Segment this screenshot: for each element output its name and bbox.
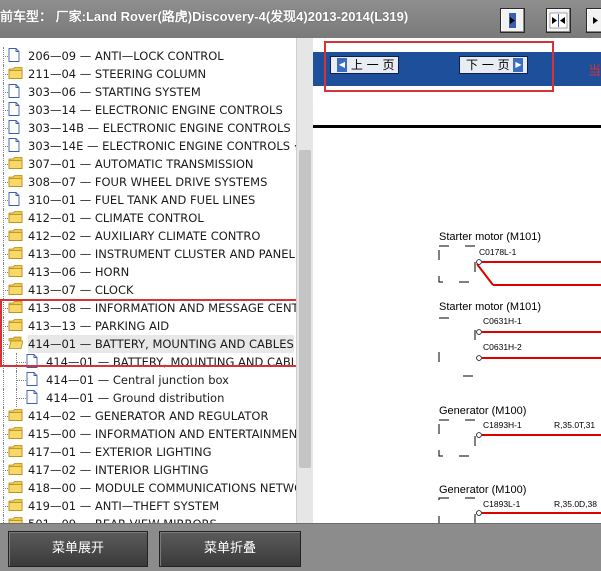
- wire-label: R,35.0D,38: [554, 499, 597, 509]
- tree-connector-line: [16, 362, 26, 363]
- tree-item[interactable]: 419—01 — ANTI—THEFT SYSTEM: [0, 497, 296, 515]
- tree-item[interactable]: 412—01 — CLIMATE CONTROL: [0, 209, 296, 227]
- tree-item-label: 308—07 — FOUR WHEEL DRIVE SYSTEMS: [28, 175, 268, 189]
- tree-item-label: 413—13 — PARKING AID: [28, 319, 170, 333]
- tree-item-label: 413—08 — INFORMATION AND MESSAGE CENT: [28, 301, 296, 315]
- wiring-diagram: [438, 245, 601, 523]
- component-title: Generator (M100): [439, 405, 527, 417]
- tree-connector-line: [16, 380, 26, 381]
- tree-item-label: 414—02 — GENERATOR AND REGULATOR: [28, 409, 269, 423]
- tree-item[interactable]: 413—00 — INSTRUMENT CLUSTER AND PANEL: [0, 245, 296, 263]
- tree-child-guide-line: [16, 371, 17, 389]
- tree-item-label: 414—01 — BATTERY, MOUNTING AND CABLES: [28, 335, 294, 353]
- tree-item[interactable]: 303—14E — ELECTRONIC ENGINE CONTROLS ·: [0, 137, 296, 155]
- tree-item[interactable]: 414—01 — BATTERY, MOUNTING AND CABLES: [0, 335, 296, 353]
- tree-guide-line: [3, 353, 11, 371]
- tree-item[interactable]: 303—14 — ELECTRONIC ENGINE CONTROLS: [0, 101, 296, 119]
- vehicle-title: 前车型： 厂家:Land Rover(路虎)Discovery-4(发现4)20…: [0, 9, 409, 24]
- tree-item-label: 414—01 — Ground distribution: [46, 391, 225, 405]
- tree-item[interactable]: 418—00 — MODULE COMMUNICATIONS NETWO: [0, 479, 296, 497]
- tree-item-label: 419—01 — ANTI—THEFT SYSTEM: [28, 499, 220, 513]
- tree-item-label: 413—00 — INSTRUMENT CLUSTER AND PANEL: [28, 247, 295, 261]
- tree-child-guide-line: [16, 389, 17, 407]
- tree-item[interactable]: 417—01 — EXTERIOR LIGHTING: [0, 443, 296, 461]
- header-bar: 前车型： 厂家:Land Rover(路虎)Discovery-4(发现4)20…: [0, 0, 601, 39]
- wire-label: R,35.0T,31: [554, 420, 596, 430]
- tree-scroll-thumb[interactable]: [299, 150, 311, 468]
- tree-item-label: 412—01 — CLIMATE CONTROL: [28, 211, 204, 225]
- tree-item[interactable]: 206—09 — ANTI—LOCK CONTROL: [0, 47, 296, 65]
- tree-item-label: 211—04 — STEERING COLUMN: [28, 67, 207, 81]
- tree-item[interactable]: 413—08 — INFORMATION AND MESSAGE CENT: [0, 299, 296, 317]
- connector-label: C0178L-1: [479, 247, 517, 257]
- component-title: Starter motor (M101): [439, 231, 542, 243]
- collapse-panel-icon: [593, 17, 598, 24]
- tree-child-item[interactable]: 414—01 — Ground distribution: [0, 389, 296, 407]
- tree-item-label: 414—01 — Central junction box: [46, 373, 229, 387]
- tree-item[interactable]: 413—13 — PARKING AID: [0, 317, 296, 335]
- tree-child-item[interactable]: 414—01 — BATTERY, MOUNTING AND CABL: [0, 353, 296, 371]
- tree-guide-line: [3, 371, 11, 389]
- expand-panel-button[interactable]: [500, 8, 525, 33]
- tree-item[interactable]: 303—14B — ELECTRONIC ENGINE CONTROLS: [0, 119, 296, 137]
- tree-item[interactable]: 308—07 — FOUR WHEEL DRIVE SYSTEMS: [0, 173, 296, 191]
- tree-connector-line: [16, 398, 26, 399]
- tree-child-item[interactable]: 414—01 — Central junction box: [0, 371, 296, 389]
- connector-label: C0631H-1: [483, 316, 522, 326]
- tree-item-label: 310—01 — FUEL TANK AND FUEL LINES: [28, 193, 256, 207]
- tree-item-label: 417—02 — INTERIOR LIGHTING: [28, 463, 209, 477]
- expand-panel-icon: [509, 13, 516, 28]
- connector-label: C1893H-1: [483, 420, 522, 430]
- tree-item[interactable]: 414—02 — GENERATOR AND REGULATOR: [0, 407, 296, 425]
- tree-item[interactable]: 501—09 — REAR VIEW MIRRORS: [0, 515, 296, 523]
- diagram-pane: ◀ 上 一 页 下 一 页 ▶ 当 Starter motor (M101) C…: [313, 38, 601, 523]
- tree-item[interactable]: 415—00 — INFORMATION AND ENTERTAINMEN: [0, 425, 296, 443]
- tree-item-label: 412—02 — AUXILIARY CLIMATE CONTRO: [28, 229, 261, 243]
- tree-item-label: 303—06 — STARTING SYSTEM: [28, 85, 201, 99]
- folder-icon: [8, 516, 23, 523]
- tree-item-label: 206—09 — ANTI—LOCK CONTROL: [28, 49, 224, 63]
- component-starter-motor-1: [438, 245, 601, 286]
- expand-menu-button[interactable]: 菜单展开: [8, 531, 148, 567]
- tree-item[interactable]: 307—01 — AUTOMATIC TRANSMISSION: [0, 155, 296, 173]
- tree-item-label: 413—06 — HORN: [28, 265, 130, 279]
- tree-item[interactable]: 310—01 — FUEL TANK AND FUEL LINES: [0, 191, 296, 209]
- collapse-menu-button[interactable]: 菜单折叠: [159, 531, 301, 567]
- tree-item[interactable]: 303—06 — STARTING SYSTEM: [0, 83, 296, 101]
- split-view-button[interactable]: [546, 8, 571, 33]
- tree-item-label: 303—14E — ELECTRONIC ENGINE CONTROLS ·: [28, 139, 296, 153]
- tree-item[interactable]: 211—04 — STEERING COLUMN: [0, 65, 296, 83]
- tree-item-label: 414—01 — BATTERY, MOUNTING AND CABL: [46, 355, 296, 369]
- tree-item-label: 303—14 — ELECTRONIC ENGINE CONTROLS: [28, 103, 283, 117]
- connector-label: C1893L-1: [483, 499, 521, 509]
- tree-guide-line: [3, 389, 11, 407]
- tree-item[interactable]: 417—02 — INTERIOR LIGHTING: [0, 461, 296, 479]
- tree-item-label: 415—00 — INFORMATION AND ENTERTAINMEN: [28, 427, 296, 441]
- tree-item-label: 418—00 — MODULE COMMUNICATIONS NETWO: [28, 481, 296, 495]
- bottom-bar: 菜单展开 菜单折叠: [0, 523, 601, 571]
- tree-child-guide-line: [16, 353, 17, 371]
- tree-item-label: 303—14B — ELECTRONIC ENGINE CONTROLS: [28, 121, 291, 135]
- connector-label: C0631H-2: [483, 342, 522, 352]
- tree-item-label: 413—07 — CLOCK: [28, 283, 134, 297]
- component-title: Generator (M100): [439, 484, 527, 496]
- section-tree: 206—09 — ANTI—LOCK CONTROL 211—04 — STEER…: [0, 38, 296, 523]
- tree-item[interactable]: 412—02 — AUXILIARY CLIMATE CONTRO: [0, 227, 296, 245]
- tree-item-label: 307—01 — AUTOMATIC TRANSMISSION: [28, 157, 254, 171]
- component-title: Starter motor (M101): [439, 301, 542, 313]
- tree-item[interactable]: 413—07 — CLOCK: [0, 281, 296, 299]
- tree-item[interactable]: 413—06 — HORN: [0, 263, 296, 281]
- tree-item-label: 417—01 — EXTERIOR LIGHTING: [28, 445, 212, 459]
- collapse-panel-button[interactable]: [586, 8, 601, 33]
- tree-item-label: 501—09 — REAR VIEW MIRRORS: [28, 515, 217, 523]
- tree-scrollbar[interactable]: [296, 38, 313, 523]
- split-view-icon: [549, 12, 568, 29]
